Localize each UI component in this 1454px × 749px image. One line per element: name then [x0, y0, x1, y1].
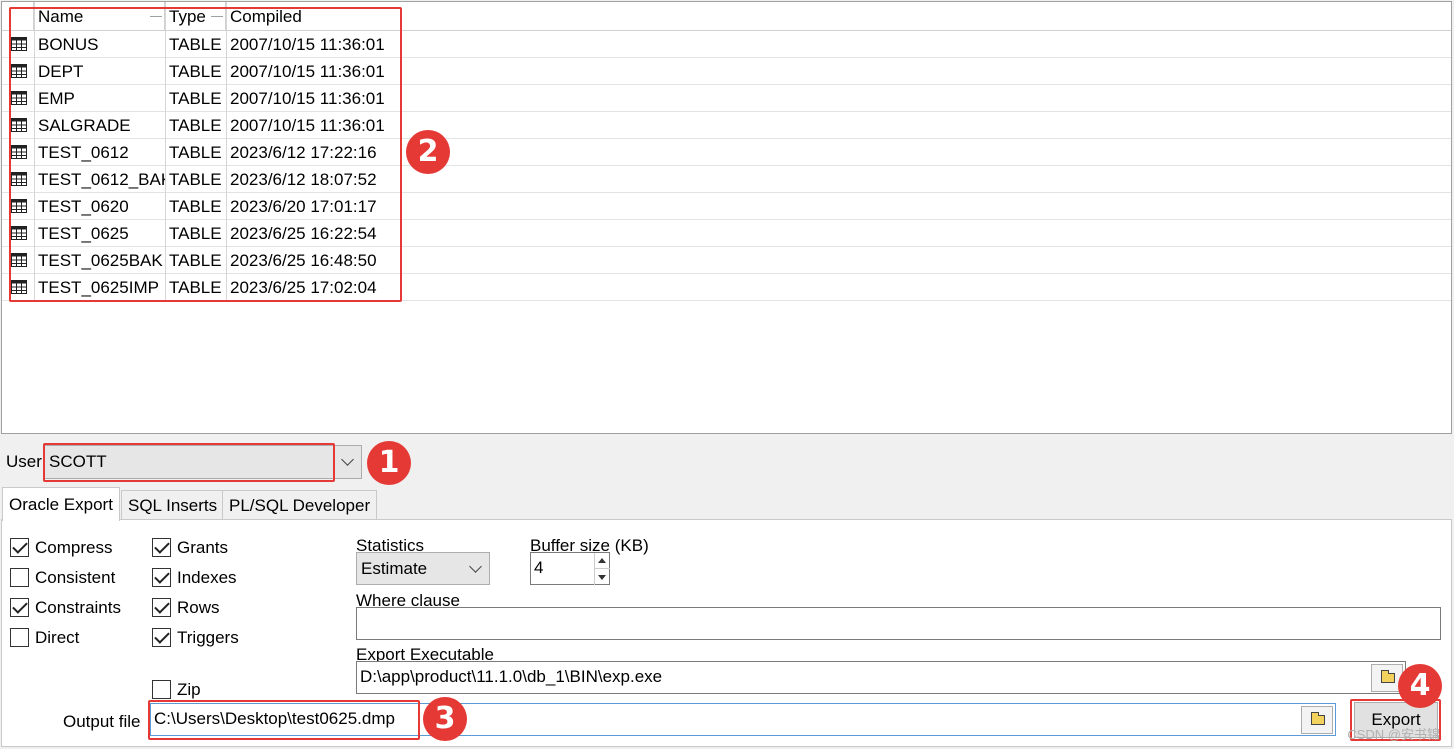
- output-file-label: Output file: [63, 712, 141, 731]
- constraints-label: Constraints: [35, 598, 121, 617]
- folder-open-icon: [1381, 670, 1395, 683]
- rows-label: Rows: [177, 598, 220, 617]
- annotation-badge-4: 4: [1398, 664, 1442, 708]
- highlight-box-output: [148, 700, 420, 740]
- direct-label: Direct: [35, 628, 80, 647]
- spin-up-icon[interactable]: [598, 558, 606, 563]
- checkbox-box[interactable]: [10, 538, 29, 557]
- annotation-badge-3: 3: [423, 697, 467, 741]
- annotation-badge-1: 1: [367, 441, 411, 485]
- export-executable-value: D:\app\product\11.1.0\db_1\BIN\exp.exe: [360, 667, 663, 686]
- buffer-size-value: 4: [534, 558, 544, 577]
- highlight-box-tables: [9, 7, 402, 302]
- statistics-select[interactable]: Estimate: [356, 552, 490, 585]
- user-label: User: [6, 452, 42, 471]
- compress-label: Compress: [35, 538, 113, 557]
- chevron-down-icon: [469, 560, 482, 573]
- indexes-label: Indexes: [177, 568, 237, 587]
- folder-open-icon: [1311, 712, 1325, 725]
- checkbox-box[interactable]: [10, 598, 29, 617]
- export-tables-window: Name Type Compiled BONUS TABLE 2007/10/15 …: [0, 0, 1454, 749]
- export-executable-input[interactable]: D:\app\product\11.1.0\db_1\BIN\exp.exe: [356, 661, 1406, 694]
- checkbox-box[interactable]: [10, 568, 29, 587]
- tab-sql-inserts[interactable]: SQL Inserts: [121, 490, 225, 520]
- checkbox-box[interactable]: [10, 628, 29, 647]
- where-clause-input[interactable]: [356, 607, 1441, 640]
- tab-oracle-export[interactable]: Oracle Export: [2, 487, 120, 521]
- buffer-size-spinner[interactable]: [594, 553, 610, 585]
- spin-down-icon[interactable]: [598, 575, 606, 580]
- watermark: CSDN @安书锦: [1347, 727, 1440, 742]
- tab-plsql-developer[interactable]: PL/SQL Developer: [222, 490, 378, 520]
- chevron-down-icon: [341, 453, 354, 466]
- buffer-size-input[interactable]: 4: [530, 552, 610, 585]
- zip-label: Zip: [177, 680, 201, 699]
- consistent-label: Consistent: [35, 568, 116, 587]
- grants-label: Grants: [177, 538, 229, 557]
- checkbox-box[interactable]: [152, 628, 171, 647]
- triggers-label: Triggers: [177, 628, 239, 647]
- annotation-badge-2: 2: [406, 130, 450, 174]
- browse-output-button[interactable]: [1301, 706, 1333, 734]
- checkbox-box[interactable]: [152, 538, 171, 557]
- user-dropdown-button[interactable]: [334, 446, 361, 478]
- checkbox-box[interactable]: [152, 598, 171, 617]
- statistics-value: Estimate: [361, 559, 428, 578]
- checkbox-box[interactable]: [152, 568, 171, 587]
- checkbox-box[interactable]: [152, 680, 171, 699]
- highlight-box-user: [43, 443, 335, 482]
